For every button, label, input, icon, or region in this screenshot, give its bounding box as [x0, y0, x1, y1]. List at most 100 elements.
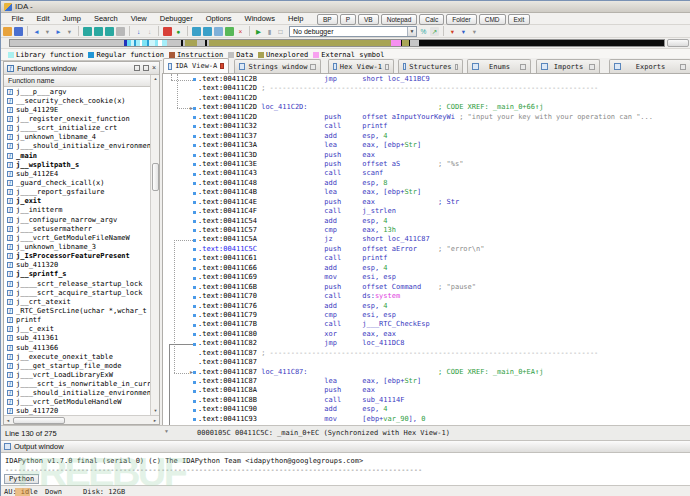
save-icon[interactable]: [14, 27, 23, 36]
function-list-item[interactable]: f__security_check_cookie(x): [4, 96, 150, 105]
function-list-item[interactable]: fj____scrt_acquire_startup_lock: [4, 288, 150, 297]
menu-search[interactable]: Search: [87, 14, 124, 23]
quick-button-folder[interactable]: Folder: [446, 14, 476, 25]
function-list-item[interactable]: fj___setusermatherr: [4, 224, 150, 233]
open-file-icon[interactable]: [3, 27, 12, 36]
chevron-down-icon[interactable]: ▼: [407, 27, 416, 36]
function-list-item[interactable]: fsub_411320: [4, 261, 150, 270]
quick-button-p[interactable]: P: [340, 14, 356, 25]
quick-button-calc[interactable]: Calc: [419, 14, 444, 25]
tab-close-icon[interactable]: [520, 64, 526, 70]
jump-icon[interactable]: ↓: [134, 27, 143, 36]
function-list-item[interactable]: fsub_4112E4: [4, 169, 150, 178]
disasm-line[interactable]: .text:00411C2Dloc_411C2D:; CODE XREF: _m…: [198, 103, 690, 112]
disasm-line[interactable]: .text:00411C87loc_411C87:; CODE XREF: _m…: [198, 368, 690, 377]
disasm-line[interactable]: .text:00411C32callprintf: [198, 122, 690, 131]
quick-button-notepad[interactable]: Notepad: [381, 14, 418, 25]
menu-windows[interactable]: Windows: [238, 14, 281, 23]
disasm-line[interactable]: .text:00411C3Epushoffset aS; "%s": [198, 160, 690, 169]
hscroll-thumb[interactable]: [13, 417, 65, 424]
function-list-item[interactable]: fj__sprintf_s: [4, 270, 150, 279]
function-list-item[interactable]: fsub_411720: [4, 407, 150, 415]
function-list-item[interactable]: f_guard_check_icall(x): [4, 178, 150, 187]
menu-edit[interactable]: Edit: [30, 14, 56, 23]
scroll-up-icon[interactable]: ▲: [151, 75, 160, 83]
dbg2-icon[interactable]: [203, 27, 212, 36]
function-list-item[interactable]: fj__crt_atexit: [4, 297, 150, 306]
tab-close-icon[interactable]: [385, 64, 388, 70]
attach-icon[interactable]: %: [419, 27, 428, 36]
function-list-item[interactable]: fj__configure_narrow_argv: [4, 215, 150, 224]
function-list-item[interactable]: fj_exit: [4, 197, 150, 206]
disasm-line[interactable]: .text:00411C4Bleaeax, [ebp+Str]: [198, 188, 690, 197]
disasm-line[interactable]: .text:00411C2D: [198, 94, 690, 103]
function-list-item[interactable]: fsub_411361: [4, 334, 150, 343]
close-icon[interactable]: ×: [152, 65, 156, 71]
function-list-item[interactable]: fj__initterm: [4, 206, 150, 215]
quick-button-exit[interactable]: Exit: [508, 14, 531, 25]
tab-imports[interactable]: Imports: [536, 59, 600, 73]
disasm-line[interactable]: .text:00411C87: [198, 358, 690, 367]
copy1-icon[interactable]: [83, 27, 92, 36]
disasm-line[interactable]: .text:00411C4Fcallj_strlen: [198, 207, 690, 216]
disasm-line[interactable]: .text:00411C2D; ------------------------…: [198, 84, 690, 93]
disasm-line[interactable]: .text:00411C87leaeax, [ebp+Str]: [198, 377, 690, 386]
quick-button-vb[interactable]: VB: [358, 14, 379, 25]
disasm-line[interactable]: .text:00411C80xoreax, eax: [198, 330, 690, 339]
jump2-icon[interactable]: ↓: [145, 27, 154, 36]
disasm-line[interactable]: .text:00411C82jmploc_411DC8: [198, 339, 690, 348]
function-list-item[interactable]: fj__c_exit: [4, 325, 150, 334]
tab-hex-view-1[interactable]: Hex View-1: [328, 59, 394, 73]
function-list-item[interactable]: fj_IsProcessorFeaturePresent: [4, 252, 150, 261]
function-list-item[interactable]: fj__register_onexit_function: [4, 114, 150, 123]
disasm-line[interactable]: .text:00411C76addesp, 4: [198, 302, 690, 311]
function-list-item[interactable]: fj___vcrt_LoadLibraryExW: [4, 370, 150, 379]
dbg4-icon[interactable]: [225, 27, 234, 36]
dbg3-icon[interactable]: [214, 27, 223, 36]
function-list-item[interactable]: fj____scrt_initialize_crt: [4, 124, 150, 133]
function-list-item[interactable]: fj____scrt_release_startup_lock: [4, 279, 150, 288]
start-process-icon[interactable]: ▶: [254, 27, 263, 36]
function-list-item[interactable]: fj_unknown_libname_4: [4, 133, 150, 142]
scroll-right-icon[interactable]: ►: [151, 416, 159, 425]
disasm-line[interactable]: .text:00411C57cmpeax, 13h: [198, 226, 690, 235]
tab-exports[interactable]: Exports: [609, 59, 690, 73]
bpt2-icon[interactable]: ▾: [459, 27, 468, 36]
menu-debugger[interactable]: Debugger: [153, 14, 199, 23]
functions-vertical-scrollbar[interactable]: ▲ ▼: [150, 75, 159, 415]
scroll-down-icon[interactable]: ▼: [151, 407, 160, 415]
bpt1-icon[interactable]: ▾: [448, 27, 457, 36]
function-list-item[interactable]: fsub_41129E: [4, 105, 150, 114]
pause-process-icon[interactable]: ▮: [265, 27, 274, 36]
function-list-item[interactable]: fj___vcrt_GetModuleFileNameW: [4, 233, 150, 242]
forward-icon[interactable]: ►: [54, 27, 63, 36]
restore-icon[interactable]: [134, 65, 140, 71]
disasm-line[interactable]: .text:00411C43callscanf: [198, 169, 690, 178]
menu-options[interactable]: Options: [199, 14, 238, 23]
disasm-line[interactable]: .text:00411C79cmpesi, esp: [198, 311, 690, 320]
disasm-line[interactable]: .text:00411C3Dpusheax: [198, 151, 690, 160]
disasm-line[interactable]: .text:00411C7Bcallj___RTC_CheckEsp: [198, 320, 690, 329]
run-icon[interactable]: ●: [174, 27, 183, 36]
quick-button-bp[interactable]: BP: [317, 14, 338, 25]
tab-close-icon[interactable]: [220, 63, 224, 69]
functions-horizontal-scrollbar[interactable]: ◄ ►: [4, 415, 159, 424]
disasm-line[interactable]: .text:00411C8Bcallsub_41114F: [198, 396, 690, 405]
tab-close-icon[interactable]: [589, 64, 595, 70]
disasm-line[interactable]: .text:00411C54addesp, 4: [198, 217, 690, 226]
function-list-item[interactable]: fj_unknown_libname_3: [4, 242, 150, 251]
python-button[interactable]: Python: [4, 474, 39, 484]
function-list-item[interactable]: fj___vcrt_GetModuleHandleW: [4, 398, 150, 407]
disasm-line[interactable]: .text:00411C37addesp, 4: [198, 132, 690, 141]
function-list-item[interactable]: fj__wsplitpath_s: [4, 160, 150, 169]
navband-button[interactable]: [667, 39, 689, 47]
function-list-item[interactable]: fprintf: [4, 316, 150, 325]
function-list-item[interactable]: fj___should_initialize_environment: [4, 389, 150, 398]
disasm-line[interactable]: .text:00411C4Epusheax; Str: [198, 198, 690, 207]
copy2-icon[interactable]: [94, 27, 103, 36]
menu-jump[interactable]: Jump: [56, 14, 87, 23]
stop-process-icon[interactable]: □: [276, 27, 285, 36]
disasm-line[interactable]: .text:00411C87; ------------------------…: [198, 349, 690, 358]
menu-help[interactable]: Help: [282, 14, 310, 23]
scroll-thumb[interactable]: [152, 163, 159, 191]
